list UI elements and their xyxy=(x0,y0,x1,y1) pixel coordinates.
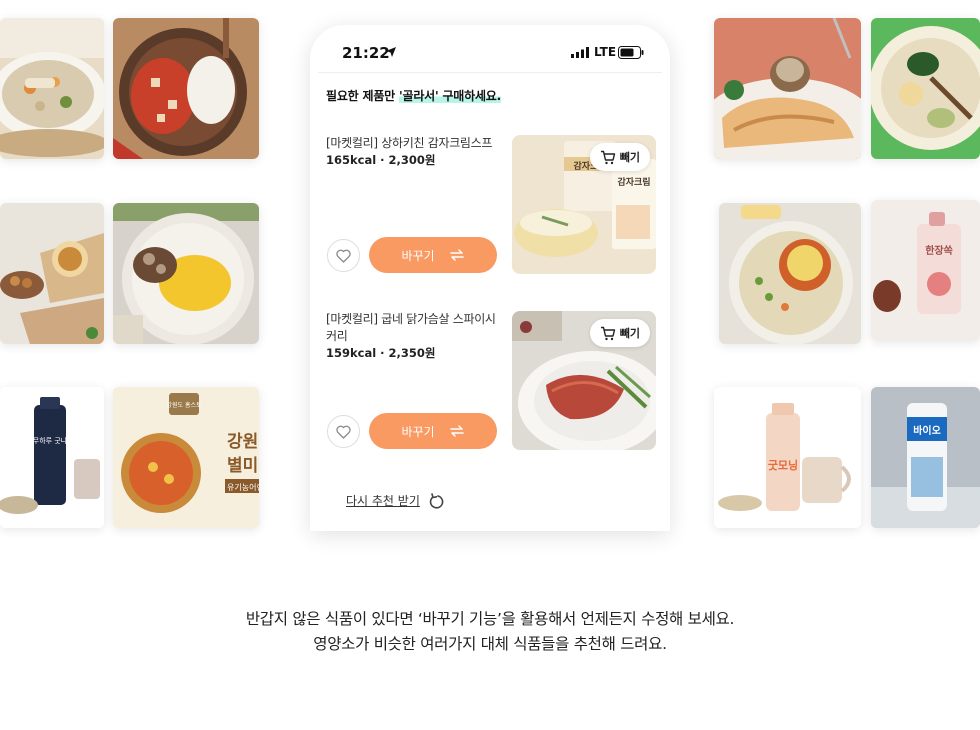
status-bar: 21:22 LTE xyxy=(310,25,670,73)
swap-button[interactable]: 바꾸기 xyxy=(369,237,497,273)
product-info: 159kcal · 2,350원 xyxy=(326,346,436,360)
status-time: 21:22 xyxy=(342,44,390,62)
remove-button[interactable]: 빼기 xyxy=(589,143,650,171)
network-label: LTE xyxy=(594,45,617,59)
cart-icon xyxy=(600,150,615,164)
headline: 필요한 제품만 '골라서' 구매하세요. xyxy=(326,87,501,104)
swap-label: 바꾸기 xyxy=(401,424,435,439)
caption-line-1: 반갑지 않은 식품이 있다면 ‘바꾸기 기능’을 활용해서 언제든지 수정해 보… xyxy=(245,610,735,628)
food-tile-rice-bowl xyxy=(0,18,104,159)
food-tile-mapo-tofu xyxy=(113,18,259,159)
food-tile-soup-box: 강원도 홈스토 강원 별미 유기농어린 xyxy=(113,387,259,528)
refresh-icon xyxy=(429,492,444,509)
product-card-potato-soup: [마켓컬리] 상하키친 감자크림스프 165kcal · 2,300원 바꾸기 … xyxy=(310,135,670,275)
product-name: [마켓컬리] 굽네 닭가슴살 스파이시 커리 xyxy=(326,312,496,343)
signal-bars-icon xyxy=(571,47,589,58)
pouch-label: 한장쏙 xyxy=(925,244,953,257)
swap-arrows-icon xyxy=(449,425,464,437)
food-tile-pouch: 한장쏙 xyxy=(871,200,980,341)
heart-icon xyxy=(336,425,351,439)
product-image-potato-soup: 감자크림 감자크림 빼기 xyxy=(512,135,656,274)
swap-label: 바꾸기 xyxy=(401,248,435,263)
food-tile-chicken-garlic xyxy=(714,18,861,159)
remove-label: 빼기 xyxy=(619,327,640,340)
food-tile-drink-bottle: 너무하루 굿나잇 xyxy=(0,387,104,528)
product-card-chicken-curry: [마켓컬리] 굽네 닭가슴살 스파이시 커리 159kcal · 2,350원 … xyxy=(310,311,670,451)
swap-arrows-icon xyxy=(449,249,464,261)
soup-box-sub: 유기농어린 xyxy=(227,482,259,492)
product-image-chicken-curry: 빼기 xyxy=(512,311,656,450)
drink-left-label: 너무하루 굿나잇 xyxy=(26,436,73,445)
product-info: 165kcal · 2,300원 xyxy=(326,153,436,167)
soup-box-title-1: 강원 xyxy=(227,432,258,452)
product-name: [마켓컬리] 상하키친 감자크림스프 xyxy=(326,136,493,150)
food-tile-milk-drink: 굿모닝 xyxy=(714,387,861,528)
drink-right-label: 굿모닝 xyxy=(768,458,798,472)
refresh-recommendation-link[interactable]: 다시 추천 받기 xyxy=(346,492,444,509)
caption-line-2: 영양소가 비슷한 여러가지 대체 식품들을 추천해 드려요. xyxy=(313,635,667,653)
wishlist-button[interactable] xyxy=(327,415,360,448)
headline-highlight: '골라서' 구매하세요. xyxy=(399,89,502,103)
refresh-label: 다시 추천 받기 xyxy=(346,494,420,508)
food-tile-bio-drink: 바이오 xyxy=(871,387,980,528)
swap-button[interactable]: 바꾸기 xyxy=(369,413,497,449)
food-tile-burrito xyxy=(0,203,104,344)
food-tile-bibimbap xyxy=(871,18,980,159)
food-tile-egg-rice xyxy=(113,203,259,344)
status-divider xyxy=(318,72,662,73)
location-arrow-icon xyxy=(386,47,396,57)
headline-text: 필요한 제품만 xyxy=(326,89,399,103)
bio-bottle-label: 바이오 xyxy=(913,424,941,437)
remove-label: 빼기 xyxy=(619,151,640,164)
battery-icon xyxy=(618,46,644,59)
food-tile-fried-rice xyxy=(719,203,861,344)
soup-box-title-2: 별미 xyxy=(227,456,258,476)
phone-screen: 21:22 LTE 필요한 제품만 '골라서' 구매하세요. [마켓컬리] 상하… xyxy=(310,25,670,531)
package-label-2: 감자크림 xyxy=(617,176,650,188)
cart-icon xyxy=(600,326,615,340)
remove-button[interactable]: 빼기 xyxy=(589,319,650,347)
wishlist-button[interactable] xyxy=(327,239,360,272)
heart-icon xyxy=(336,249,351,263)
soup-box-brand: 강원도 홈스토 xyxy=(166,401,202,409)
